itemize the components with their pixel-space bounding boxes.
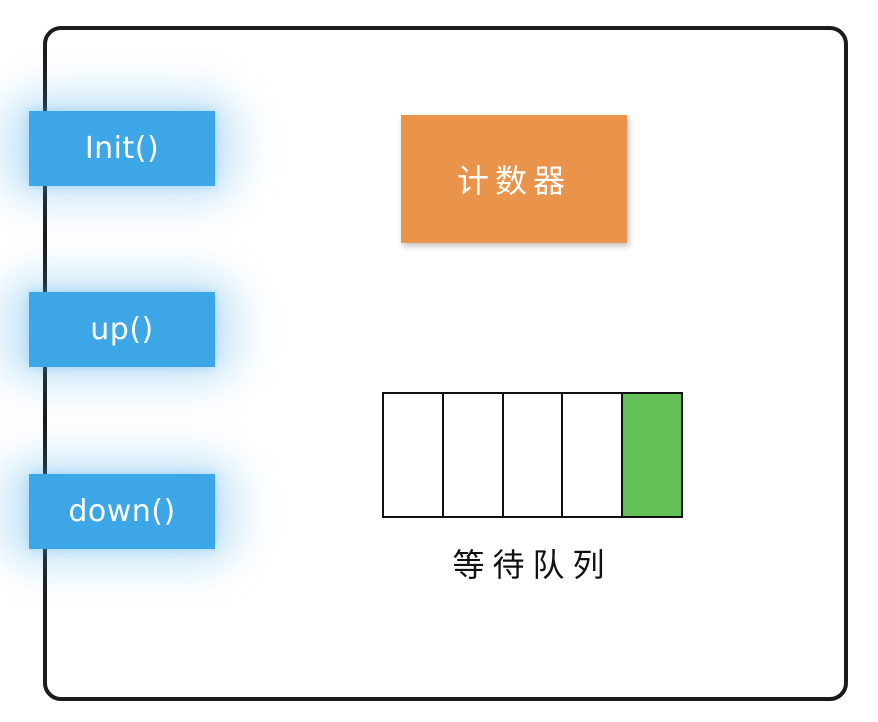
queue-slot-4	[563, 394, 624, 516]
init-method-box: Init()	[29, 111, 215, 186]
wait-queue-label: 等待队列	[452, 546, 613, 584]
wait-queue	[382, 392, 683, 518]
queue-slot-5-active	[623, 394, 681, 516]
down-method-box: down()	[29, 474, 215, 549]
queue-slot-2	[443, 394, 504, 516]
up-method-box: up()	[29, 292, 215, 367]
queue-slot-3	[503, 394, 564, 516]
counter-box: 计数器	[401, 115, 627, 243]
queue-slot-1	[384, 394, 444, 516]
